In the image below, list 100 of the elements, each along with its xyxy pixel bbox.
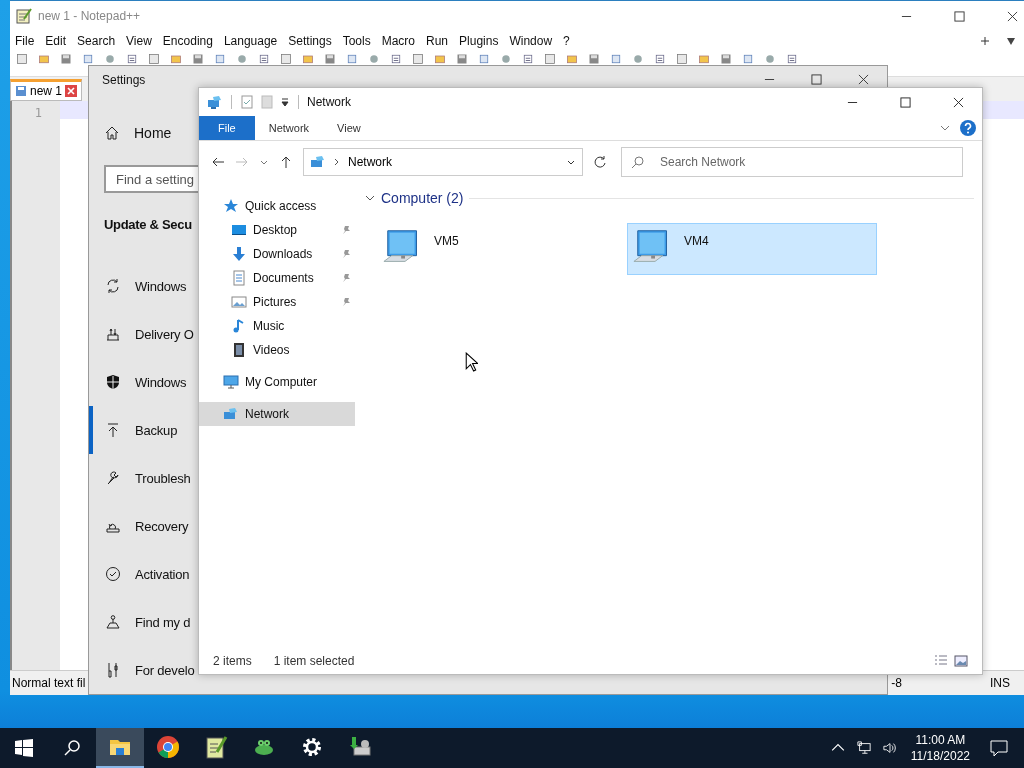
customize-dropdown-icon[interactable] bbox=[280, 97, 290, 107]
details-view-icon[interactable] bbox=[934, 654, 948, 668]
settings-nav-item[interactable]: Find my d bbox=[89, 598, 191, 646]
menu-item[interactable]: File bbox=[14, 34, 42, 48]
network-status-icon[interactable] bbox=[856, 741, 871, 755]
toolbar-icon[interactable] bbox=[14, 53, 30, 65]
notifications-icon[interactable] bbox=[990, 739, 1008, 757]
clock-time[interactable]: 11:00 AM bbox=[915, 732, 966, 748]
close-icon[interactable] bbox=[1007, 10, 1018, 22]
start-icon[interactable] bbox=[15, 739, 33, 757]
pin-icon[interactable] bbox=[341, 249, 351, 259]
document-tab[interactable]: new 1 bbox=[10, 79, 83, 101]
volume-icon[interactable] bbox=[882, 741, 897, 755]
window-title: Settings bbox=[102, 72, 146, 87]
dropdown-icon[interactable] bbox=[1006, 36, 1016, 46]
file-type-label: Normal text fil bbox=[11, 676, 87, 690]
toolbar-icon[interactable] bbox=[36, 53, 52, 65]
menu-item[interactable]: Macro bbox=[380, 34, 422, 48]
line-number: 1 bbox=[34, 106, 42, 120]
menu-item[interactable]: Tools bbox=[341, 34, 378, 48]
collapse-group-icon[interactable] bbox=[365, 193, 375, 203]
computer-item[interactable]: VM4 bbox=[627, 223, 877, 275]
toolbar-icon[interactable] bbox=[564, 53, 580, 65]
toolbar-icon[interactable] bbox=[146, 53, 162, 65]
maximize-icon[interactable] bbox=[954, 10, 965, 22]
navigation-item[interactable]: Videos bbox=[199, 338, 355, 362]
search-icon[interactable] bbox=[63, 739, 81, 757]
browser-icon bbox=[156, 735, 180, 759]
clock-date[interactable]: 11/18/2022 bbox=[910, 748, 970, 764]
properties-icon[interactable] bbox=[240, 95, 254, 109]
delivery-icon bbox=[105, 326, 121, 342]
toolbar-icon[interactable] bbox=[432, 53, 448, 65]
settings-nav-item[interactable]: For develo bbox=[89, 646, 195, 694]
download-arrow-icon bbox=[231, 246, 247, 262]
address-path[interactable]: Network bbox=[348, 155, 392, 169]
settings-nav-item[interactable]: Backup bbox=[89, 406, 178, 454]
forward-arrow-icon[interactable] bbox=[235, 155, 249, 169]
menu-item[interactable]: View bbox=[125, 34, 159, 48]
toolbar-icon[interactable] bbox=[674, 53, 690, 65]
ribbon-tab[interactable]: View bbox=[323, 116, 375, 140]
menu-item[interactable]: Settings bbox=[287, 34, 339, 48]
settings-nav-item[interactable]: Activation bbox=[89, 550, 190, 598]
ribbon-tab[interactable]: Network bbox=[254, 116, 324, 140]
address-bar[interactable]: Network bbox=[303, 148, 583, 176]
toolbar-icon[interactable] bbox=[278, 53, 294, 65]
menu-item[interactable]: Plugins bbox=[458, 34, 506, 48]
maximize-icon[interactable] bbox=[811, 74, 822, 85]
menu-item[interactable]: Search bbox=[76, 34, 123, 48]
network-icon bbox=[223, 406, 239, 422]
navigation-item[interactable]: Documents bbox=[199, 266, 355, 290]
navigation-item[interactable]: Pictures bbox=[199, 290, 355, 314]
settings-nav-item[interactable]: Windows bbox=[89, 358, 187, 406]
menu-item[interactable]: Run bbox=[425, 34, 456, 48]
plus-icon[interactable] bbox=[980, 36, 990, 46]
menu-item[interactable]: Edit bbox=[44, 34, 74, 48]
navigation-item[interactable]: Music bbox=[199, 314, 355, 338]
menu-item[interactable]: Window bbox=[508, 34, 560, 48]
large-icons-view-icon[interactable] bbox=[954, 654, 968, 668]
taskbar-app-button[interactable] bbox=[96, 728, 144, 768]
refresh-icon[interactable] bbox=[593, 155, 607, 169]
item-count-label: 2 items bbox=[213, 654, 252, 668]
help-icon[interactable] bbox=[960, 120, 976, 136]
picture-icon bbox=[231, 294, 247, 310]
settings-nav-item[interactable]: Delivery O bbox=[89, 310, 194, 358]
expand-ribbon-icon[interactable] bbox=[940, 123, 950, 133]
pin-icon[interactable] bbox=[341, 297, 351, 307]
search-field[interactable]: Search Network bbox=[621, 147, 963, 177]
close-tab-icon[interactable] bbox=[65, 85, 78, 97]
menu-item[interactable]: Language bbox=[222, 34, 285, 48]
notepad-icon bbox=[204, 735, 228, 759]
up-arrow-icon[interactable] bbox=[279, 155, 293, 169]
settings-nav-item[interactable]: Troublesh bbox=[89, 454, 191, 502]
navigation-item[interactable]: Quick access bbox=[199, 194, 355, 218]
search-field[interactable]: Find a setting bbox=[104, 165, 198, 193]
toolbar-icon[interactable] bbox=[168, 53, 184, 65]
pin-icon[interactable] bbox=[341, 225, 351, 235]
maximize-icon[interactable] bbox=[900, 96, 911, 108]
pin-icon[interactable] bbox=[341, 273, 351, 283]
toolbar-icon[interactable] bbox=[696, 53, 712, 65]
navigation-item[interactable]: Downloads bbox=[199, 242, 355, 266]
close-icon[interactable] bbox=[858, 74, 869, 85]
home-link[interactable]: Home bbox=[134, 125, 172, 141]
toolbar-icon[interactable] bbox=[300, 53, 316, 65]
group-heading[interactable]: Computer (2) bbox=[381, 190, 464, 206]
document-icon bbox=[231, 270, 247, 286]
computer-item[interactable]: VM5 bbox=[377, 223, 627, 275]
menu-item[interactable]: Encoding bbox=[161, 34, 220, 48]
search-icon bbox=[631, 155, 645, 169]
back-arrow-icon[interactable] bbox=[211, 155, 225, 169]
navigation-item[interactable]: Network bbox=[199, 402, 355, 426]
close-icon[interactable] bbox=[953, 96, 964, 108]
desktop-icon bbox=[231, 222, 247, 238]
menu-item[interactable]: ? bbox=[562, 34, 577, 48]
settings-nav-item[interactable]: Windows bbox=[89, 262, 187, 310]
navigation-item[interactable]: My Computer bbox=[199, 370, 355, 394]
toolbar-icon[interactable] bbox=[542, 53, 558, 65]
toolbar-icon[interactable] bbox=[410, 53, 426, 65]
ribbon-tab[interactable]: File bbox=[199, 116, 255, 140]
navigation-item[interactable]: Desktop bbox=[199, 218, 355, 242]
settings-nav-item[interactable]: Recovery bbox=[89, 502, 189, 550]
